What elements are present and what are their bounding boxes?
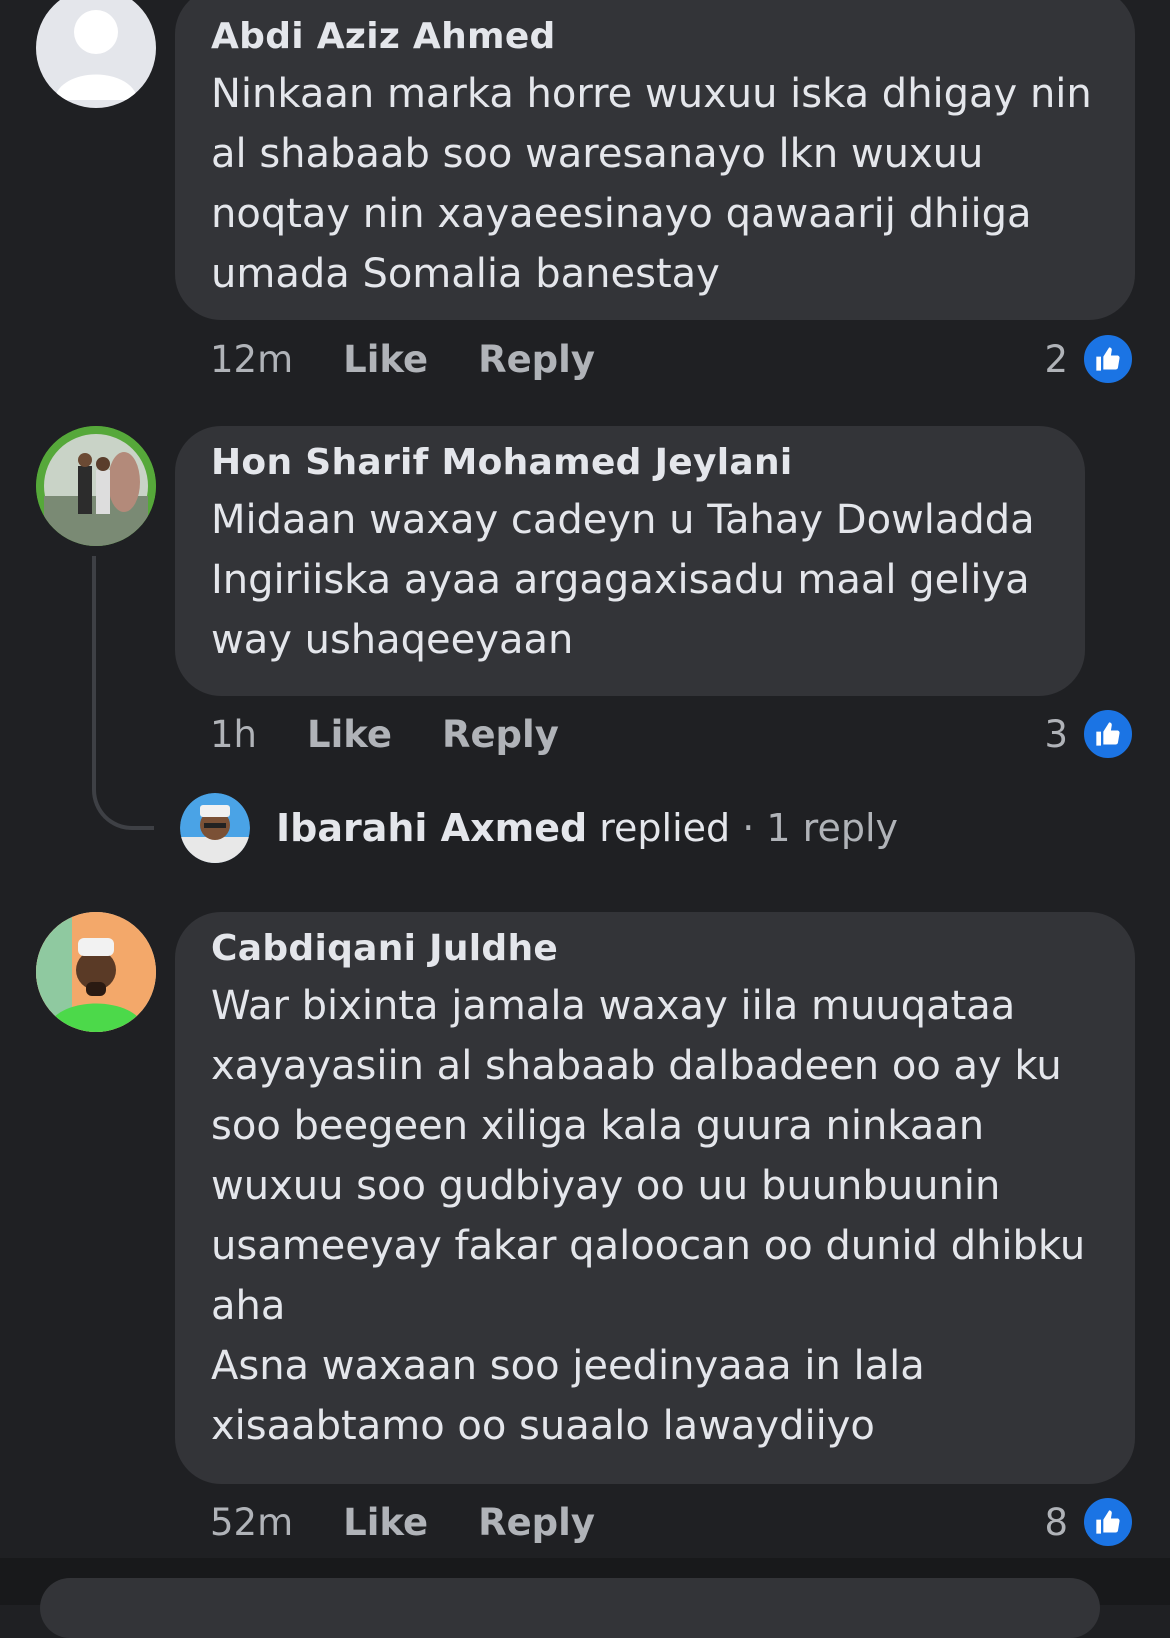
comment-text: Ninkaan marka horre wuxuu iska dhigay ni…: [211, 71, 1092, 297]
comment-text: War bixinta jamala waxay iila muuqataa x…: [211, 983, 1086, 1449]
reaction-summary[interactable]: 3: [1044, 708, 1134, 760]
reaction-count: 3: [1044, 712, 1068, 756]
reply-action: replied: [599, 806, 731, 850]
comment-actions: 1h Like Reply: [210, 709, 609, 759]
reaction-summary[interactable]: 2: [1044, 333, 1134, 385]
reaction-count: 8: [1044, 1500, 1068, 1544]
comment-author[interactable]: Hon Sharif Mohamed Jeylani: [211, 442, 1049, 484]
reply-button[interactable]: Reply: [478, 1501, 595, 1544]
thumbs-up-icon: [1082, 1496, 1134, 1548]
comment-bubble: Hon Sharif Mohamed Jeylani Midaan waxay …: [175, 426, 1085, 696]
reaction-count: 2: [1044, 337, 1068, 381]
avatar-cabdiqani-juldhe[interactable]: [36, 912, 156, 1032]
comment-author[interactable]: Cabdiqani Juldhe: [211, 928, 1099, 970]
thumbs-up-icon: [1082, 333, 1134, 385]
comment-time[interactable]: 1h: [210, 713, 257, 756]
reply-button[interactable]: Reply: [442, 713, 559, 756]
profile-photo: [36, 426, 156, 546]
comment-actions: 52m Like Reply: [210, 1497, 645, 1547]
like-button[interactable]: Like: [307, 713, 392, 756]
avatar-abdi-aziz-ahmed[interactable]: [36, 0, 156, 108]
comment-actions: 12m Like Reply: [210, 334, 645, 384]
comment-author[interactable]: Abdi Aziz Ahmed: [211, 16, 1099, 58]
comment-time[interactable]: 12m: [210, 338, 293, 381]
view-replies-link[interactable]: Ibarahi Axmed replied · 1 reply: [180, 792, 898, 864]
reaction-summary[interactable]: 8: [1044, 1496, 1134, 1548]
thumbs-up-icon: [1082, 708, 1134, 760]
thread-connector: [92, 556, 154, 830]
comment-bubble: Abdi Aziz Ahmed Ninkaan marka horre wuxu…: [175, 0, 1135, 320]
reply-count: · 1 reply: [742, 806, 899, 850]
person-silhouette-icon: [54, 10, 138, 100]
reply-button[interactable]: Reply: [478, 338, 595, 381]
profile-photo: [36, 912, 156, 1032]
avatar-hon-sharif-mohamed-jeylani[interactable]: [36, 426, 156, 546]
like-button[interactable]: Like: [343, 338, 428, 381]
comment-composer[interactable]: [40, 1578, 1100, 1638]
avatar-ibarahi-axmed: [180, 793, 250, 863]
reply-author: Ibarahi Axmed: [276, 806, 588, 850]
comment-time[interactable]: 52m: [210, 1501, 293, 1544]
comment-bubble: Cabdiqani Juldhe War bixinta jamala waxa…: [175, 912, 1135, 1484]
like-button[interactable]: Like: [343, 1501, 428, 1544]
comment-text: Midaan waxay cadeyn u Tahay Dowladda Ing…: [211, 497, 1035, 663]
